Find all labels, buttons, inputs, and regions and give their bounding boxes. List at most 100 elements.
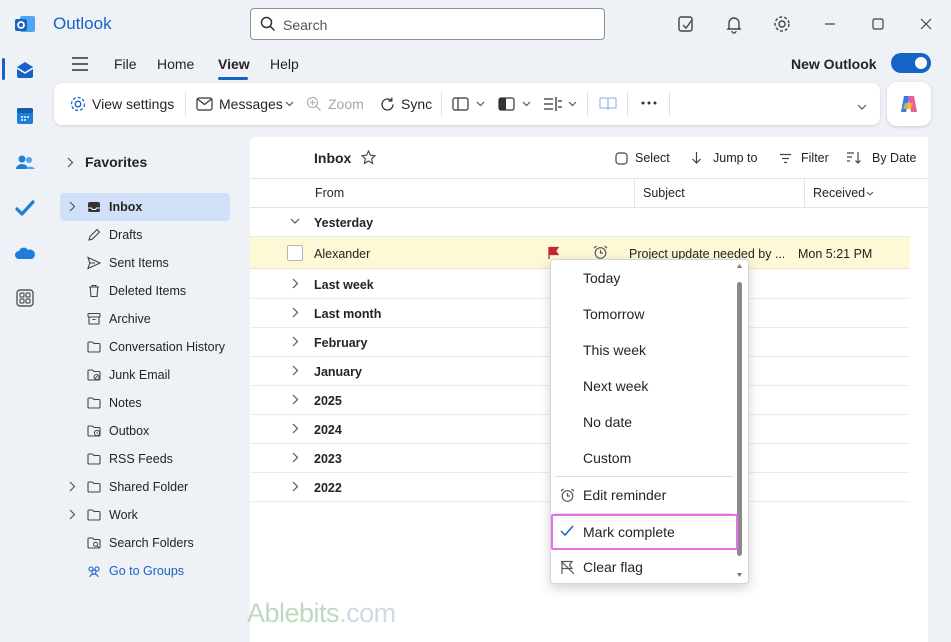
flag-menu-item[interactable]: Tomorrow bbox=[551, 296, 737, 332]
menu-file[interactable]: File bbox=[114, 56, 137, 72]
alarm-clock-icon bbox=[593, 245, 608, 260]
folder-item[interactable]: Shared Folder bbox=[60, 473, 230, 501]
people-icon[interactable] bbox=[13, 150, 37, 174]
folder-label: Junk Email bbox=[109, 368, 171, 382]
star-icon[interactable] bbox=[361, 150, 376, 165]
search-input[interactable]: Search bbox=[250, 8, 605, 40]
chevron-right-icon[interactable] bbox=[69, 201, 76, 212]
app-title: Outlook bbox=[53, 14, 112, 33]
folder-item[interactable]: Work bbox=[60, 501, 230, 529]
column-subject[interactable]: Subject bbox=[643, 186, 685, 200]
message-received-time: Mon 5:21 PM bbox=[798, 247, 873, 261]
chevron-right-icon bbox=[292, 307, 299, 318]
search-icon bbox=[260, 16, 276, 32]
archive-icon bbox=[87, 312, 101, 326]
gear-icon bbox=[69, 95, 87, 113]
maximize-icon[interactable] bbox=[868, 14, 888, 34]
more-options-icon[interactable] bbox=[641, 101, 657, 105]
flag-menu-item[interactable]: No date bbox=[551, 404, 737, 440]
folder-item[interactable]: Search Folders bbox=[60, 529, 230, 557]
chevron-right-icon bbox=[292, 452, 299, 463]
menu-home[interactable]: Home bbox=[157, 56, 194, 72]
flag-menu-item[interactable]: This week bbox=[551, 332, 737, 368]
folder-icon bbox=[87, 340, 101, 354]
folder-item[interactable]: Sent Items bbox=[60, 249, 230, 277]
todo-icon[interactable] bbox=[13, 196, 37, 220]
select-icon bbox=[615, 152, 628, 165]
group-label: 2024 bbox=[314, 423, 342, 437]
folder-label: Go to Groups bbox=[109, 564, 185, 578]
chevron-right-icon bbox=[292, 423, 299, 434]
folder-label: RSS Feeds bbox=[109, 452, 173, 466]
message-checkbox[interactable] bbox=[287, 245, 303, 261]
folder-item[interactable]: Archive bbox=[60, 305, 230, 333]
folder-item[interactable]: Conversation History bbox=[60, 333, 230, 361]
edit-reminder-label: Edit reminder bbox=[583, 487, 667, 503]
close-icon[interactable] bbox=[916, 14, 936, 34]
sort-button[interactable]: By Date bbox=[872, 151, 916, 165]
chevron-right-icon[interactable] bbox=[69, 481, 76, 492]
reading-pane-icon[interactable] bbox=[498, 96, 532, 112]
flag-context-menu: Today Tomorrow This week Next week No date Cu… bbox=[550, 259, 749, 584]
favorites-header[interactable]: Favorites bbox=[60, 150, 230, 176]
folder-item[interactable]: Notes bbox=[60, 389, 230, 417]
immersive-reader-icon[interactable] bbox=[599, 96, 617, 112]
group-label: 2025 bbox=[314, 394, 342, 408]
outbox-icon bbox=[87, 424, 101, 438]
folder-item[interactable]: Drafts bbox=[60, 221, 230, 249]
folder-item[interactable]: Inbox bbox=[60, 193, 230, 221]
select-button[interactable]: Select bbox=[635, 151, 670, 165]
chevron-right-icon[interactable] bbox=[69, 509, 76, 520]
scroll-up-arrow-icon[interactable] bbox=[737, 264, 742, 268]
hamburger-icon[interactable] bbox=[71, 56, 89, 72]
clear-flag-item[interactable]: Clear flag bbox=[551, 549, 737, 585]
folder-item[interactable]: RSS Feeds bbox=[60, 445, 230, 473]
folder-item[interactable]: Junk Email bbox=[60, 361, 230, 389]
gear-icon[interactable] bbox=[772, 14, 792, 34]
onedrive-icon[interactable] bbox=[13, 242, 37, 266]
flag-icon[interactable] bbox=[547, 246, 560, 260]
filter-icon bbox=[779, 153, 792, 164]
ribbon-expand-chevron-icon[interactable] bbox=[857, 104, 867, 110]
menu-help[interactable]: Help bbox=[270, 56, 299, 72]
new-outlook-toggle[interactable] bbox=[891, 53, 931, 73]
menu-view[interactable]: View bbox=[218, 56, 250, 72]
flag-menu-item[interactable]: Today bbox=[551, 260, 737, 296]
jump-to-button[interactable]: Jump to bbox=[713, 151, 757, 165]
folder-label: Archive bbox=[109, 312, 151, 326]
column-received[interactable]: Received bbox=[813, 186, 865, 200]
folder-item[interactable]: Deleted Items bbox=[60, 277, 230, 305]
edit-reminder-item[interactable]: Edit reminder bbox=[551, 477, 737, 513]
checkmark-icon bbox=[560, 525, 574, 537]
send-icon bbox=[87, 256, 101, 270]
messages-button[interactable]: Messages bbox=[219, 96, 283, 112]
minimize-icon[interactable] bbox=[820, 14, 840, 34]
column-from[interactable]: From bbox=[315, 186, 344, 200]
arrow-down-icon bbox=[691, 151, 702, 165]
filter-button[interactable]: Filter bbox=[801, 151, 829, 165]
scroll-down-arrow-icon[interactable] bbox=[737, 573, 742, 577]
layout-icon[interactable] bbox=[543, 96, 579, 112]
clear-flag-label: Clear flag bbox=[583, 559, 643, 575]
flag-menu-item[interactable]: Next week bbox=[551, 368, 737, 404]
apps-icon[interactable] bbox=[13, 286, 37, 310]
copilot-button[interactable] bbox=[887, 82, 931, 126]
calendar-icon[interactable] bbox=[13, 104, 37, 128]
folder-icon bbox=[87, 396, 101, 410]
zoom-icon bbox=[306, 96, 322, 112]
folder-pane-icon[interactable] bbox=[452, 96, 486, 112]
flag-menu-item-label: Custom bbox=[583, 450, 632, 466]
flag-menu-item-label: No date bbox=[583, 414, 633, 430]
folder-item[interactable]: Outbox bbox=[60, 417, 230, 445]
mail-icon[interactable] bbox=[13, 58, 37, 82]
zoom-button[interactable]: Zoom bbox=[328, 96, 364, 112]
sync-button[interactable]: Sync bbox=[401, 96, 432, 112]
app-rail bbox=[0, 48, 50, 642]
flag-menu-item[interactable]: Custom bbox=[551, 440, 737, 476]
mark-complete-item[interactable]: Mark complete bbox=[551, 514, 738, 550]
view-settings-button[interactable]: View settings bbox=[92, 96, 174, 112]
bell-icon[interactable] bbox=[724, 14, 744, 34]
group-header[interactable]: Yesterday bbox=[250, 208, 910, 237]
notes-icon[interactable] bbox=[676, 14, 696, 34]
folder-item[interactable]: Go to Groups bbox=[60, 557, 230, 585]
